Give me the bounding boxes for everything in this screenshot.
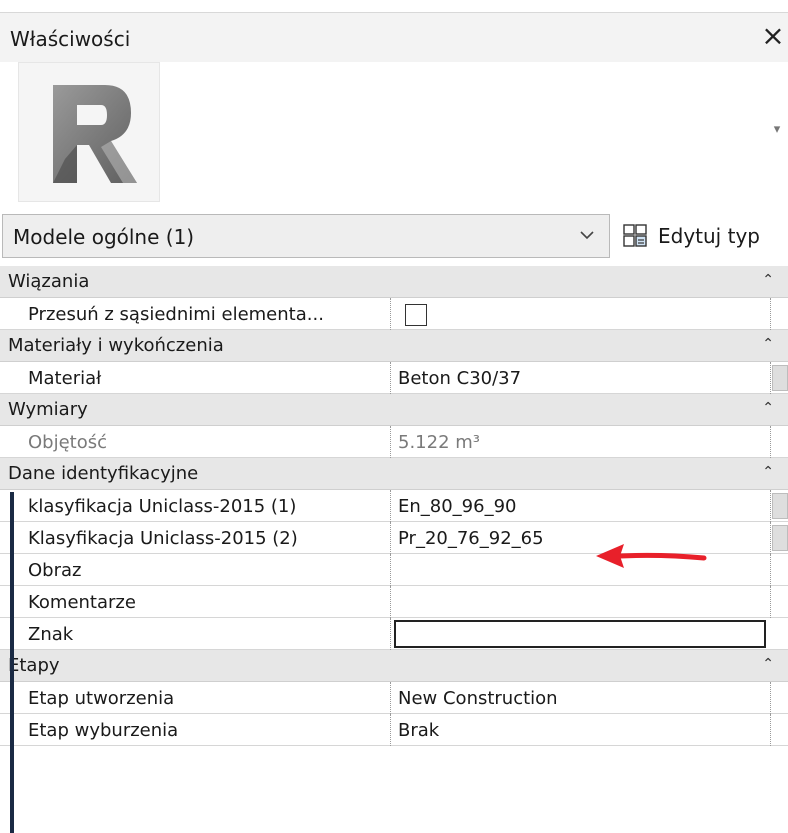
group-header-constraints[interactable]: Wiązania ⌃ <box>0 266 788 298</box>
property-row: Przesuń z sąsiednimi elementa... <box>0 298 788 330</box>
type-preview[interactable] <box>18 62 160 202</box>
column-divider[interactable] <box>390 298 391 330</box>
property-row[interactable]: Etap wyburzenia Brak <box>0 714 788 746</box>
property-name: Objętość <box>28 432 108 453</box>
mark-input[interactable] <box>394 620 766 648</box>
title-bar: Właściwości × <box>0 12 788 62</box>
row-border <box>770 362 771 394</box>
property-row[interactable]: Znak <box>0 618 788 650</box>
group-label: Materiały i wykończenia <box>8 335 224 356</box>
row-border <box>770 490 771 522</box>
browse-button[interactable] <box>772 525 788 551</box>
row-border <box>770 522 771 554</box>
revit-logo-icon <box>53 85 137 183</box>
column-divider[interactable] <box>390 490 391 522</box>
property-value: 5.122 m³ <box>398 432 481 453</box>
column-divider[interactable] <box>390 522 391 554</box>
column-divider[interactable] <box>390 426 391 458</box>
column-divider[interactable] <box>390 554 391 586</box>
property-name: Znak <box>28 624 74 645</box>
type-selector-value: Modele ogólne (1) <box>13 225 195 249</box>
row-border <box>770 586 771 618</box>
property-row[interactable]: Materiał Beton C30/37 <box>0 362 788 394</box>
collapse-icon[interactable]: ⌃ <box>762 464 774 480</box>
chevron-down-icon <box>580 231 594 240</box>
browse-button[interactable] <box>772 365 788 391</box>
property-row[interactable]: Etap utworzenia New Construction <box>0 682 788 714</box>
property-grid: Wiązania ⌃ Przesuń z sąsiednimi elementa… <box>0 266 788 746</box>
group-header-materials[interactable]: Materiały i wykończenia ⌃ <box>0 330 788 362</box>
edit-type-icon <box>623 224 647 247</box>
column-divider[interactable] <box>390 586 391 618</box>
group-label: Etapy <box>8 655 60 676</box>
property-name: Klasyfikacja Uniclass-2015 (2) <box>28 528 298 549</box>
property-name: Przesuń z sąsiednimi elementa... <box>28 304 324 325</box>
move-with-nearby-checkbox[interactable] <box>405 304 427 326</box>
group-header-phasing[interactable]: Etapy ⌃ <box>0 650 788 682</box>
row-border <box>770 426 771 458</box>
row-border <box>770 554 771 586</box>
property-value[interactable]: Beton C30/37 <box>398 368 521 389</box>
column-divider[interactable] <box>390 618 391 650</box>
group-label: Dane identyfikacyjne <box>8 463 199 484</box>
property-name: Komentarze <box>28 592 136 613</box>
column-divider[interactable] <box>390 714 391 746</box>
column-divider[interactable] <box>390 362 391 394</box>
arrow-left-icon <box>596 544 707 568</box>
row-border <box>770 682 771 714</box>
properties-panel: Właściwości × ▾ Modele ogólne (1) Edytuj… <box>0 0 788 833</box>
panel-title: Właściwości <box>10 27 131 51</box>
selection-stripe <box>10 492 14 833</box>
property-row: Objętość 5.122 m³ <box>0 426 788 458</box>
row-border <box>770 298 771 330</box>
type-selector-dropdown[interactable]: Modele ogólne (1) <box>2 214 610 258</box>
group-header-dimensions[interactable]: Wymiary ⌃ <box>0 394 788 426</box>
property-row[interactable]: klasyfikacja Uniclass-2015 (1) En_80_96_… <box>0 490 788 522</box>
chevron-down-icon[interactable]: ▾ <box>770 122 784 142</box>
group-label: Wiązania <box>8 271 90 292</box>
property-name: Etap wyburzenia <box>28 720 179 741</box>
property-row[interactable]: Komentarze <box>0 586 788 618</box>
close-button[interactable]: × <box>758 19 788 55</box>
property-value[interactable]: Pr_20_76_92_65 <box>398 528 544 549</box>
column-divider[interactable] <box>390 682 391 714</box>
property-value[interactable]: New Construction <box>398 688 558 709</box>
property-name: Materiał <box>28 368 102 389</box>
collapse-icon[interactable]: ⌃ <box>762 336 774 352</box>
collapse-icon[interactable]: ⌃ <box>762 400 774 416</box>
property-value[interactable]: En_80_96_90 <box>398 496 517 517</box>
browse-button[interactable] <box>772 493 788 519</box>
group-label: Wymiary <box>8 399 88 420</box>
property-name: Obraz <box>28 560 82 581</box>
collapse-icon[interactable]: ⌃ <box>762 656 774 672</box>
collapse-icon[interactable]: ⌃ <box>762 272 774 288</box>
row-border <box>770 714 771 746</box>
edit-type-button[interactable]: Edytuj typ <box>618 214 788 258</box>
edit-type-label: Edytuj typ <box>658 224 760 248</box>
property-name: klasyfikacja Uniclass-2015 (1) <box>28 496 297 517</box>
group-header-identity-data[interactable]: Dane identyfikacyjne ⌃ <box>0 458 788 490</box>
type-selector-row: Modele ogólne (1) Edytuj typ <box>0 212 788 258</box>
property-name: Etap utworzenia <box>28 688 175 709</box>
property-value[interactable]: Brak <box>398 720 439 741</box>
